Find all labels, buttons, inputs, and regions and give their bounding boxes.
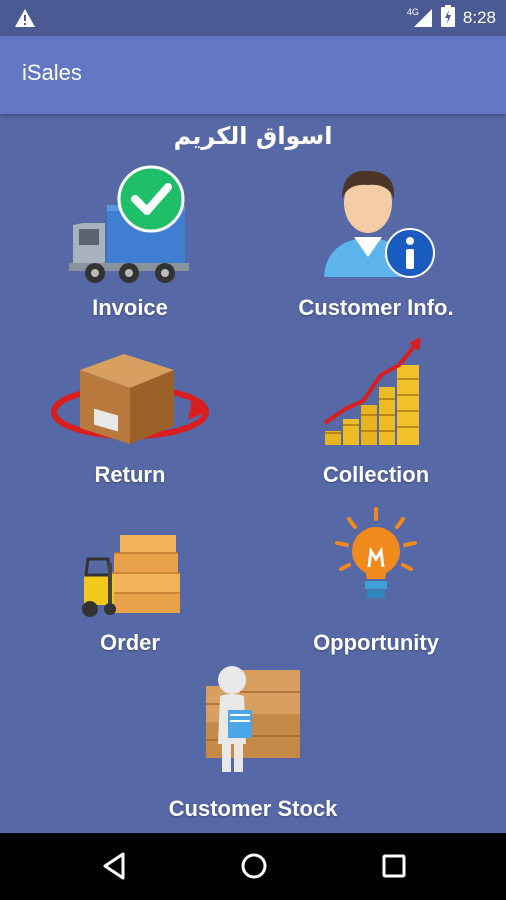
store-name: اسواق الكريم: [173, 122, 333, 150]
battery-icon: [440, 5, 455, 31]
invoice-tile[interactable]: Invoice: [10, 165, 250, 330]
collection-label: Collection: [322, 462, 430, 487]
signal-icon: 4G: [407, 7, 433, 29]
app-bar: iSales: [0, 36, 506, 114]
clock: 8:28: [462, 8, 496, 27]
customer-info-icon: [316, 165, 436, 285]
status-bar: 4G 8:28: [0, 0, 506, 36]
delivery-truck-icon: [65, 165, 195, 285]
recents-icon[interactable]: [380, 851, 408, 885]
order-tile[interactable]: Order: [10, 515, 250, 665]
invoice-label: Invoice: [92, 295, 168, 320]
customer-stock-label: Customer Stock: [168, 796, 338, 821]
return-tile[interactable]: Return: [10, 340, 250, 500]
lightbulb-icon: [331, 505, 421, 605]
customer-stock-tile[interactable]: Customer Stock: [133, 662, 373, 830]
opportunity-label: Opportunity: [313, 630, 439, 655]
return-label: Return: [94, 462, 166, 487]
coins-growth-icon: [321, 335, 431, 455]
home-icon[interactable]: [239, 851, 269, 885]
stock-inventory-icon: [198, 662, 308, 778]
opportunity-tile[interactable]: Opportunity: [256, 505, 496, 665]
forklift-boxes-icon: [70, 523, 190, 623]
warning-icon: [14, 8, 36, 32]
back-icon[interactable]: [100, 851, 128, 885]
return-box-icon: [50, 340, 210, 455]
order-label: Order: [100, 630, 160, 655]
app-title: iSales: [22, 60, 82, 85]
collection-tile[interactable]: Collection: [256, 335, 496, 500]
customer-info-tile[interactable]: Customer Info.: [256, 165, 496, 330]
customer-info-label: Customer Info.: [298, 295, 454, 320]
navigation-bar: [0, 833, 506, 900]
